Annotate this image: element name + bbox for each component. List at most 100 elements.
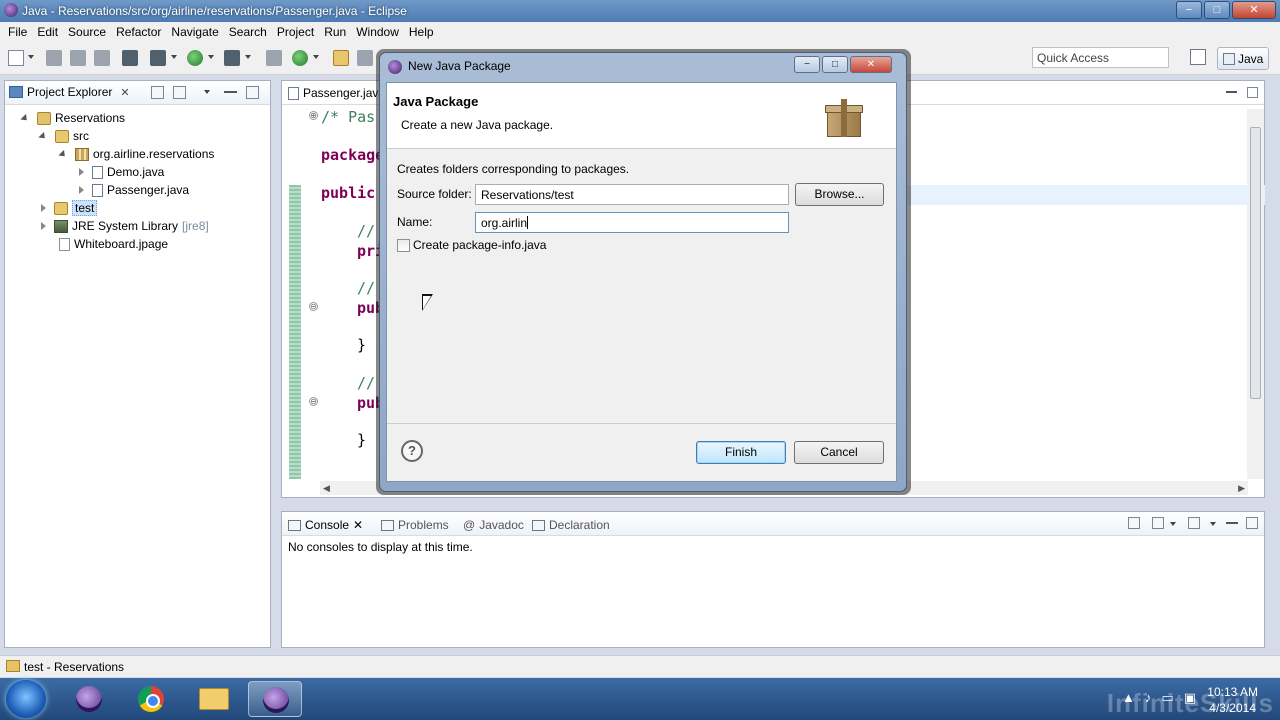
- create-package-info-checkbox[interactable]: [397, 239, 410, 252]
- tree-item-src[interactable]: src: [38, 127, 89, 145]
- pin-console-icon[interactable]: [1128, 517, 1140, 529]
- save-all-icon[interactable]: [70, 50, 86, 66]
- debug-icon[interactable]: [150, 50, 166, 66]
- tree-item-package[interactable]: org.airline.reservations: [58, 145, 214, 163]
- tab-problems[interactable]: Problems: [381, 518, 449, 532]
- name-input[interactable]: org.airlin: [475, 212, 789, 233]
- close-icon[interactable]: ✕: [120, 86, 129, 99]
- dialog-close-button[interactable]: ✕: [850, 56, 892, 73]
- finish-button[interactable]: Finish: [696, 441, 786, 464]
- chevron-down-icon[interactable]: [1170, 522, 1176, 526]
- clock[interactable]: 10:13 AM 4/3/2014: [1207, 684, 1258, 716]
- tree-item-demo-java[interactable]: Demo.java: [79, 163, 164, 181]
- display-console-icon[interactable]: [1152, 517, 1164, 529]
- save-icon[interactable]: [46, 50, 62, 66]
- chevron-down-icon[interactable]: [208, 55, 214, 59]
- collapsed-arrow-icon[interactable]: [41, 204, 46, 212]
- collapse-fold-icon[interactable]: ⊖: [309, 397, 318, 406]
- source-folder-icon: [55, 129, 69, 143]
- link-with-editor-icon[interactable]: [173, 86, 186, 99]
- minimize-icon[interactable]: [224, 91, 237, 93]
- windows-taskbar: ▲ ♪ ▭ ▣ InfiniteSkills 10:13 AM 4/3/2014: [0, 678, 1280, 720]
- menu-search[interactable]: Search: [225, 22, 273, 42]
- collapsed-arrow-icon[interactable]: [79, 168, 84, 176]
- tree-item-whiteboard[interactable]: Whiteboard.jpage: [59, 235, 168, 253]
- expanded-arrow-icon[interactable]: [20, 113, 30, 123]
- quick-access-input[interactable]: Quick Access: [1032, 47, 1169, 68]
- taskbar-explorer[interactable]: [186, 681, 240, 717]
- tree-item-reservations[interactable]: Reservations: [20, 109, 125, 127]
- view-menu-icon[interactable]: [204, 90, 210, 94]
- browse-button[interactable]: Browse...: [795, 183, 884, 206]
- create-package-info-label[interactable]: Create package-info.java: [413, 238, 546, 252]
- expanded-arrow-icon[interactable]: [58, 149, 68, 159]
- tab-javadoc[interactable]: @ Javadoc: [463, 518, 524, 532]
- dialog-minimize-button[interactable]: −: [794, 56, 820, 73]
- menu-window[interactable]: Window: [352, 22, 405, 42]
- tab-javadoc-label: Javadoc: [479, 518, 524, 532]
- new-icon[interactable]: [8, 50, 24, 66]
- maximize-icon[interactable]: [1247, 87, 1258, 98]
- dialog-maximize-button[interactable]: □: [822, 56, 848, 73]
- menu-project[interactable]: Project: [273, 22, 320, 42]
- java-perspective-button[interactable]: Java: [1217, 47, 1269, 70]
- tab-passenger-java[interactable]: Passenger.java: [288, 86, 385, 100]
- menu-file[interactable]: File: [4, 22, 33, 42]
- menu-source[interactable]: Source: [64, 22, 112, 42]
- taskbar-eclipse-2[interactable]: [248, 681, 302, 717]
- clock-date: 4/3/2014: [1209, 701, 1256, 715]
- start-button[interactable]: [6, 680, 46, 718]
- open-type-icon[interactable]: [333, 50, 349, 66]
- source-folder-input[interactable]: Reservations/test: [475, 184, 789, 205]
- scroll-left-icon[interactable]: ◀: [323, 483, 330, 494]
- open-perspective-icon[interactable]: [1190, 49, 1206, 65]
- menu-run[interactable]: Run: [320, 22, 352, 42]
- tab-console[interactable]: Console ✕: [288, 518, 363, 532]
- search-icon[interactable]: [357, 50, 373, 66]
- new-class-icon[interactable]: [292, 50, 308, 66]
- cancel-button[interactable]: Cancel: [794, 441, 884, 464]
- chevron-down-icon[interactable]: [313, 55, 319, 59]
- external-tools-icon[interactable]: [224, 50, 240, 66]
- menu-help[interactable]: Help: [405, 22, 440, 42]
- chevron-down-icon[interactable]: [171, 55, 177, 59]
- project-explorer-view: Project Explorer ✕ Reservations src org.…: [4, 80, 271, 648]
- close-icon[interactable]: ✕: [353, 518, 363, 532]
- scroll-right-icon[interactable]: ▶: [1238, 483, 1245, 494]
- menu-edit[interactable]: Edit: [33, 22, 64, 42]
- collapse-fold-icon[interactable]: ⊖: [309, 302, 318, 311]
- maximize-icon[interactable]: [1246, 517, 1258, 529]
- maximize-button[interactable]: □: [1204, 1, 1230, 19]
- expanded-arrow-icon[interactable]: [38, 131, 48, 141]
- run-icon[interactable]: [187, 50, 203, 66]
- scrollbar-thumb[interactable]: [1250, 127, 1261, 399]
- collapsed-arrow-icon[interactable]: [79, 186, 84, 194]
- tree-item-test[interactable]: test: [41, 199, 98, 217]
- help-icon[interactable]: ?: [401, 440, 423, 462]
- editor-vertical-scrollbar[interactable]: [1247, 109, 1264, 479]
- minimize-icon[interactable]: [1226, 522, 1238, 524]
- tree-item-jre[interactable]: JRE System Library [jre8]: [41, 217, 209, 235]
- skip-breakpoints-icon[interactable]: [122, 50, 138, 66]
- java-perspective-label: Java: [1238, 52, 1264, 66]
- tab-project-explorer[interactable]: Project Explorer ✕: [9, 85, 130, 99]
- minimize-icon[interactable]: [1226, 91, 1237, 93]
- close-button[interactable]: ✕: [1232, 1, 1276, 19]
- expand-fold-icon[interactable]: ⊕: [309, 111, 318, 120]
- minimize-button[interactable]: −: [1176, 1, 1202, 19]
- taskbar-eclipse-1[interactable]: [62, 681, 116, 717]
- taskbar-chrome[interactable]: [124, 681, 178, 717]
- maximize-icon[interactable]: [246, 86, 259, 99]
- collapse-all-icon[interactable]: [151, 86, 164, 99]
- tab-declaration[interactable]: Declaration: [532, 518, 610, 532]
- view-menu-icon[interactable]: [1210, 522, 1216, 526]
- collapsed-arrow-icon[interactable]: [41, 222, 46, 230]
- chevron-down-icon[interactable]: [245, 55, 251, 59]
- tree-item-passenger-java[interactable]: Passenger.java: [79, 181, 189, 199]
- menu-refactor[interactable]: Refactor: [112, 22, 167, 42]
- new-java-project-icon[interactable]: [266, 50, 282, 66]
- menu-navigate[interactable]: Navigate: [167, 22, 224, 42]
- open-console-icon[interactable]: [1188, 517, 1200, 529]
- chevron-down-icon[interactable]: [28, 55, 34, 59]
- print-icon[interactable]: [94, 50, 110, 66]
